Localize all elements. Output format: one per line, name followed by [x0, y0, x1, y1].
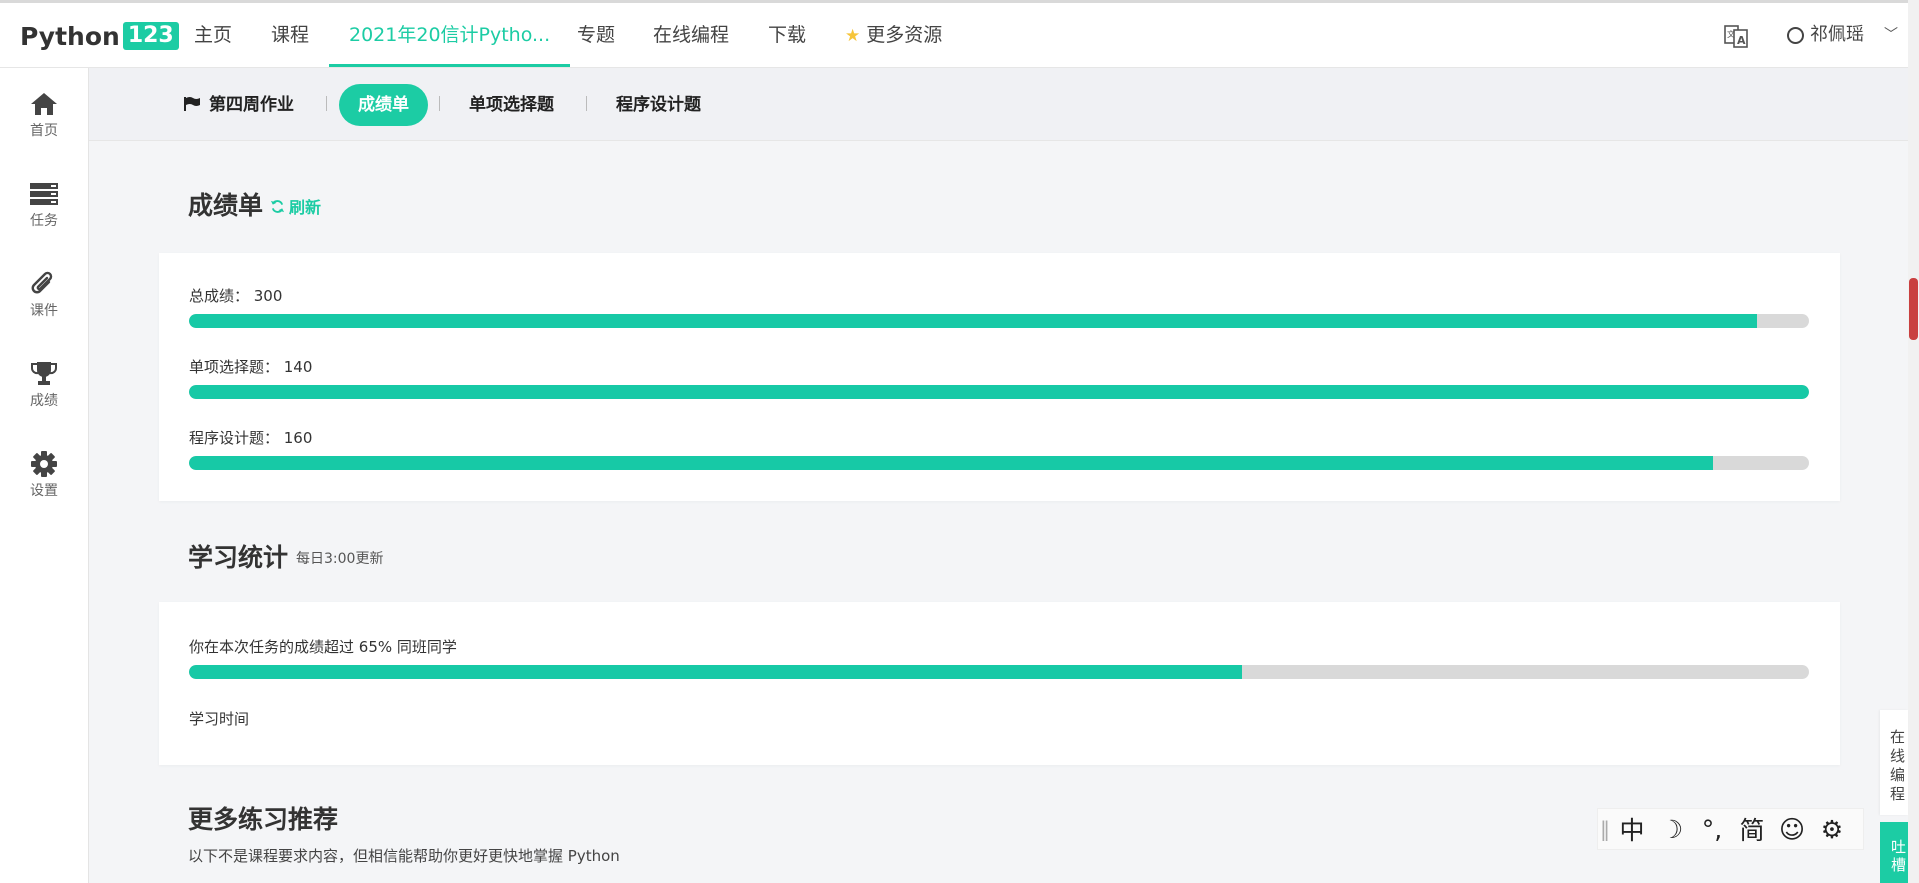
tab-week4-label: 第四周作业 — [209, 95, 294, 115]
logo-text: Python — [20, 21, 120, 51]
ime-simplified-toggle[interactable]: 简 — [1732, 811, 1772, 847]
user-circle-icon — [1787, 26, 1804, 44]
sidebar-item-courseware[interactable]: 课件 — [0, 270, 88, 320]
nav-courses[interactable]: 课程 — [271, 3, 309, 67]
emoji-icon[interactable]: ☺ — [1772, 815, 1812, 844]
drag-handle-icon[interactable]: ‖ — [1598, 817, 1612, 841]
logo-badge: 123 — [122, 22, 179, 50]
total-score-fill — [189, 314, 1758, 328]
scores-card: 总成绩： 300 单项选择题： 140 程序设计题： 160 — [159, 253, 1840, 501]
stats-title: 学习统计 — [188, 543, 289, 572]
programming-score-bar — [189, 456, 1809, 470]
nav-more-resources[interactable]: ★ 更多资源 — [845, 3, 942, 67]
page-scrollbar[interactable] — [1908, 0, 1919, 883]
exceed-classmates-fill — [189, 665, 1242, 679]
stats-card: 你在本次任务的成绩超过 65% 同班同学 学习时间 — [159, 602, 1840, 765]
nav-topics[interactable]: 专题 — [577, 3, 615, 67]
single-choice-score-bar — [189, 385, 1809, 399]
scores-title: 成绩单 — [188, 191, 264, 220]
sidebar-label-settings: 设置 — [30, 483, 58, 499]
sidebar-label-scores: 成绩 — [30, 393, 58, 409]
nav-online-coding[interactable]: 在线编程 — [653, 3, 729, 67]
single-choice-score-label: 单项选择题： 140 — [189, 358, 313, 376]
more-practice-title: 更多练习推荐 — [188, 805, 339, 834]
flag-icon — [184, 97, 200, 111]
study-time-label: 学习时间 — [189, 710, 250, 728]
programming-score-label: 程序设计题： 160 — [189, 429, 313, 447]
sidebar-item-scores[interactable]: 成绩 — [0, 360, 88, 410]
sidebar-item-home[interactable]: 首页 — [0, 90, 88, 140]
tab-divider — [326, 96, 327, 111]
stats-update-note: 每日3:00更新 — [296, 551, 384, 567]
trophy-icon — [31, 362, 57, 385]
svg-text:文: 文 — [1727, 29, 1735, 39]
tab-divider — [439, 96, 440, 111]
tab-programming[interactable]: 程序设计题 — [616, 84, 701, 126]
refresh-label: 刷新 — [289, 198, 322, 217]
total-score-bar — [189, 314, 1809, 328]
tab-single-choice[interactable]: 单项选择题 — [469, 84, 554, 126]
refresh-icon — [270, 199, 285, 213]
exceed-classmates-label: 你在本次任务的成绩超过 65% 同班同学 — [189, 638, 457, 656]
assignment-subtabs: 第四周作业 成绩单 单项选择题 程序设计题 — [89, 68, 1909, 141]
sidebar-item-tasks[interactable]: 任务 — [0, 180, 88, 230]
nav-home[interactable]: 主页 — [194, 3, 232, 67]
feedback-tab[interactable]: 吐槽 — [1880, 822, 1908, 883]
nav-download[interactable]: 下载 — [768, 3, 806, 67]
ime-chinese-toggle[interactable]: 中 — [1612, 811, 1652, 847]
nav-current-course[interactable]: 2021年20信计Pytho... — [329, 3, 571, 67]
tab-week4-assignment[interactable]: 第四周作业 — [183, 84, 294, 126]
ime-settings-icon[interactable]: ⚙ — [1812, 815, 1852, 844]
refresh-button[interactable]: 刷新 — [270, 194, 321, 218]
top-navbar: Python 123 主页 课程 2021年20信计Pytho... 专题 在线… — [0, 0, 1919, 68]
sidebar-label-home: 首页 — [30, 123, 58, 139]
user-menu[interactable]: 祁佩瑶 ﹀ — [1787, 3, 1898, 67]
sidebar-item-settings[interactable]: 设置 — [0, 450, 88, 500]
tab-divider — [586, 96, 587, 111]
nav-more-label: 更多资源 — [866, 24, 943, 46]
ime-toolbar: ‖ 中 ☽ °, 简 ☺ ⚙ — [1597, 808, 1864, 850]
online-coding-tab[interactable]: 在线编程 — [1880, 710, 1908, 815]
svg-text:A: A — [1737, 34, 1746, 47]
more-practice-subtitle: 以下不是课程要求内容，但相信能帮助你更好更快地掌握 Python — [188, 847, 620, 865]
total-score-label: 总成绩： 300 — [189, 287, 283, 305]
scrollbar-thumb[interactable] — [1909, 278, 1918, 340]
chevron-down-icon: ﹀ — [1884, 27, 1898, 43]
home-icon — [31, 93, 57, 115]
sidebar-label-tasks: 任务 — [30, 213, 58, 229]
tab-scores[interactable]: 成绩单 — [339, 84, 428, 126]
moon-icon[interactable]: ☽ — [1652, 815, 1692, 844]
site-logo[interactable]: Python 123 — [20, 19, 179, 53]
translate-icon[interactable]: A 文 — [1723, 23, 1749, 49]
left-sidebar: 首页 任务 课件 成绩 设置 — [0, 68, 89, 883]
user-name: 祁佩瑶 — [1810, 24, 1864, 45]
tasks-icon — [30, 183, 58, 205]
exceed-classmates-bar — [189, 665, 1809, 679]
paperclip-icon — [31, 271, 53, 294]
programming-score-fill — [189, 456, 1714, 470]
gear-icon — [31, 451, 57, 477]
sidebar-label-courseware: 课件 — [30, 303, 58, 319]
single-choice-score-fill — [189, 385, 1809, 399]
star-icon: ★ — [845, 26, 861, 46]
punctuation-toggle[interactable]: °, — [1692, 815, 1732, 844]
